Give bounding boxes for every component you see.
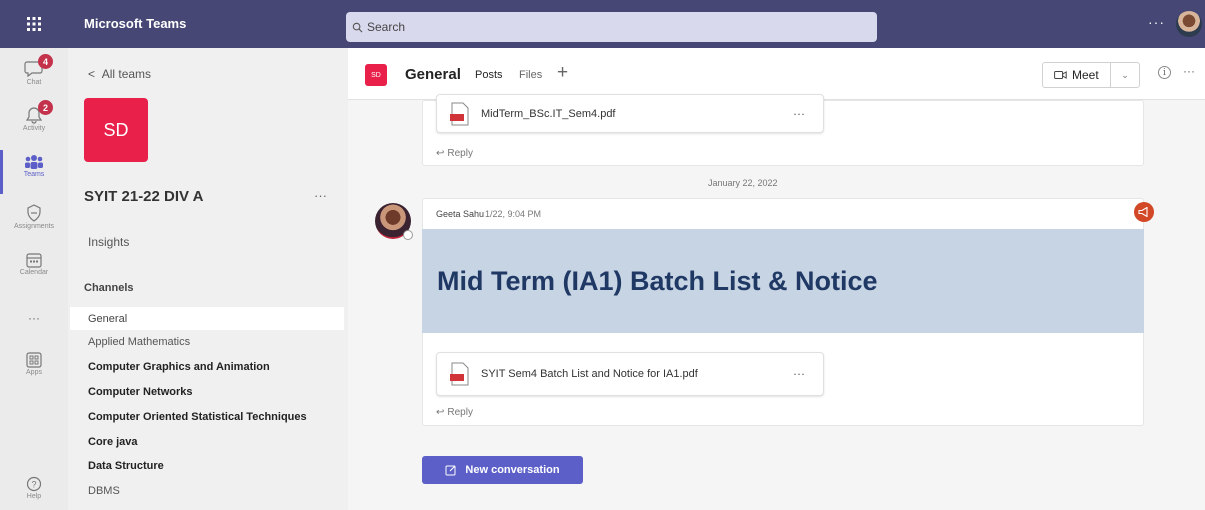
insights-link[interactable]: Insights: [88, 235, 129, 249]
tab-posts[interactable]: Posts: [475, 69, 503, 81]
file-attachment[interactable]: SYIT Sem4 Batch List and Notice for IA1.…: [436, 352, 824, 396]
rail-label-calendar: Calendar: [19, 269, 49, 276]
reply-button[interactable]: ↩ Reply: [436, 148, 473, 159]
file-name: SYIT Sem4 Batch List and Notice for IA1.…: [481, 368, 698, 380]
calendar-icon: [26, 253, 42, 268]
assignments-icon: [27, 204, 41, 222]
team-avatar: SD: [84, 98, 148, 162]
header-more-icon[interactable]: ···: [1183, 64, 1195, 78]
channel-item-core-java[interactable]: Core java: [70, 430, 344, 453]
search-icon: [352, 22, 363, 32]
teams-icon: [25, 155, 43, 169]
compose-icon: [445, 465, 456, 476]
new-conversation-button[interactable]: New conversation: [422, 456, 583, 484]
team-more-icon[interactable]: ···: [314, 188, 327, 203]
reply-icon: ↩: [436, 407, 445, 418]
file-attachment[interactable]: MidTerm_BSc.IT_Sem4.pdf ···: [436, 94, 824, 133]
announcement-icon: [1134, 202, 1154, 222]
team-panel: < All teams SD SYIT 21-22 DIV A ··· Insi…: [68, 48, 348, 510]
reply-label: Reply: [447, 407, 473, 418]
rail-label-assignments: Assignments: [13, 223, 55, 230]
announcement-banner: Mid Term (IA1) Batch List & Notice: [422, 229, 1144, 333]
channel-item-computer-graphics[interactable]: Computer Graphics and Animation: [70, 355, 344, 378]
rail-label-chat: Chat: [26, 79, 42, 86]
rail-label-help: Help: [26, 493, 42, 500]
apps-icon: [26, 352, 42, 368]
meet-button[interactable]: Meet ⌄: [1042, 62, 1140, 88]
rail-assignments[interactable]: Assignments: [0, 204, 68, 230]
rail-label-apps: Apps: [26, 369, 42, 376]
rail-more[interactable]: ···: [0, 310, 68, 325]
profile-avatar[interactable]: [1176, 11, 1202, 37]
rail-label-activity: Activity: [22, 125, 46, 132]
reply-icon: ↩: [436, 148, 445, 159]
all-teams-link[interactable]: < All teams: [88, 67, 151, 81]
channel-item-cost[interactable]: Computer Oriented Statistical Techniques: [70, 405, 344, 428]
rail-help[interactable]: ? Help: [0, 476, 68, 500]
meet-label: Meet: [1072, 68, 1099, 82]
pdf-file-icon: [450, 362, 469, 386]
info-icon[interactable]: i: [1158, 66, 1171, 79]
app-title: Microsoft Teams: [84, 16, 187, 31]
reply-label: Reply: [447, 148, 473, 159]
app-rail: 4 Chat 2 Activity Teams Assignments Cale…: [0, 48, 68, 510]
all-teams-label: All teams: [101, 67, 152, 81]
search-placeholder: Search: [367, 20, 406, 34]
tab-files[interactable]: Files: [519, 69, 542, 81]
file-more-icon[interactable]: ···: [793, 366, 805, 380]
app-launcher-icon[interactable]: [0, 0, 68, 48]
presence-status-icon: [403, 230, 413, 240]
channel-team-avatar: SD: [365, 64, 387, 86]
message-timestamp: 1/22, 9:04 PM: [485, 209, 542, 219]
reply-button[interactable]: ↩ Reply: [436, 407, 473, 418]
rail-label-teams: Teams: [23, 171, 45, 178]
channel-title: General: [405, 66, 461, 83]
team-name: SYIT 21-22 DIV A: [84, 188, 204, 205]
channel-item-applied-mathematics[interactable]: Applied Mathematics: [70, 330, 344, 353]
channel-header: SD General Posts Files + Meet ⌄ i ···: [348, 48, 1205, 100]
channel-item-dbms[interactable]: DBMS: [70, 479, 344, 502]
rail-apps[interactable]: Apps: [0, 352, 68, 376]
new-conversation-label: New conversation: [465, 464, 560, 476]
help-icon: ?: [26, 476, 42, 492]
video-camera-icon: [1054, 71, 1067, 79]
more-apps-icon: ···: [28, 311, 40, 325]
channel-main: SD General Posts Files + Meet ⌄ i ··· Mi…: [348, 48, 1205, 510]
more-options-icon[interactable]: ···: [1148, 14, 1165, 30]
message-author: Geeta Sahu: [436, 209, 485, 219]
file-more-icon[interactable]: ···: [793, 106, 805, 120]
top-bar: Microsoft Teams Search ···: [0, 0, 1205, 48]
activity-badge: 2: [38, 100, 53, 115]
date-separator: January 22, 2022: [708, 178, 778, 188]
channel-item-general[interactable]: General: [70, 307, 344, 330]
rail-teams[interactable]: Teams: [0, 154, 68, 178]
pdf-file-icon: [450, 102, 469, 125]
channel-item-data-structure[interactable]: Data Structure: [70, 454, 344, 477]
search-input[interactable]: Search: [346, 12, 877, 42]
svg-text:?: ?: [31, 480, 36, 490]
announcement-headline: Mid Term (IA1) Batch List & Notice: [437, 265, 878, 296]
chevron-left-icon: <: [88, 67, 96, 81]
channel-item-computer-networks[interactable]: Computer Networks: [70, 380, 344, 403]
rail-activity[interactable]: 2 Activity: [0, 100, 68, 132]
chat-badge: 4: [38, 54, 53, 69]
file-name: MidTerm_BSc.IT_Sem4.pdf: [481, 107, 616, 120]
chevron-down-icon[interactable]: ⌄: [1111, 70, 1139, 81]
channels-header: Channels: [84, 282, 134, 294]
rail-calendar[interactable]: Calendar: [0, 252, 68, 276]
add-tab-icon[interactable]: +: [557, 63, 568, 82]
rail-chat[interactable]: 4 Chat: [0, 54, 68, 86]
